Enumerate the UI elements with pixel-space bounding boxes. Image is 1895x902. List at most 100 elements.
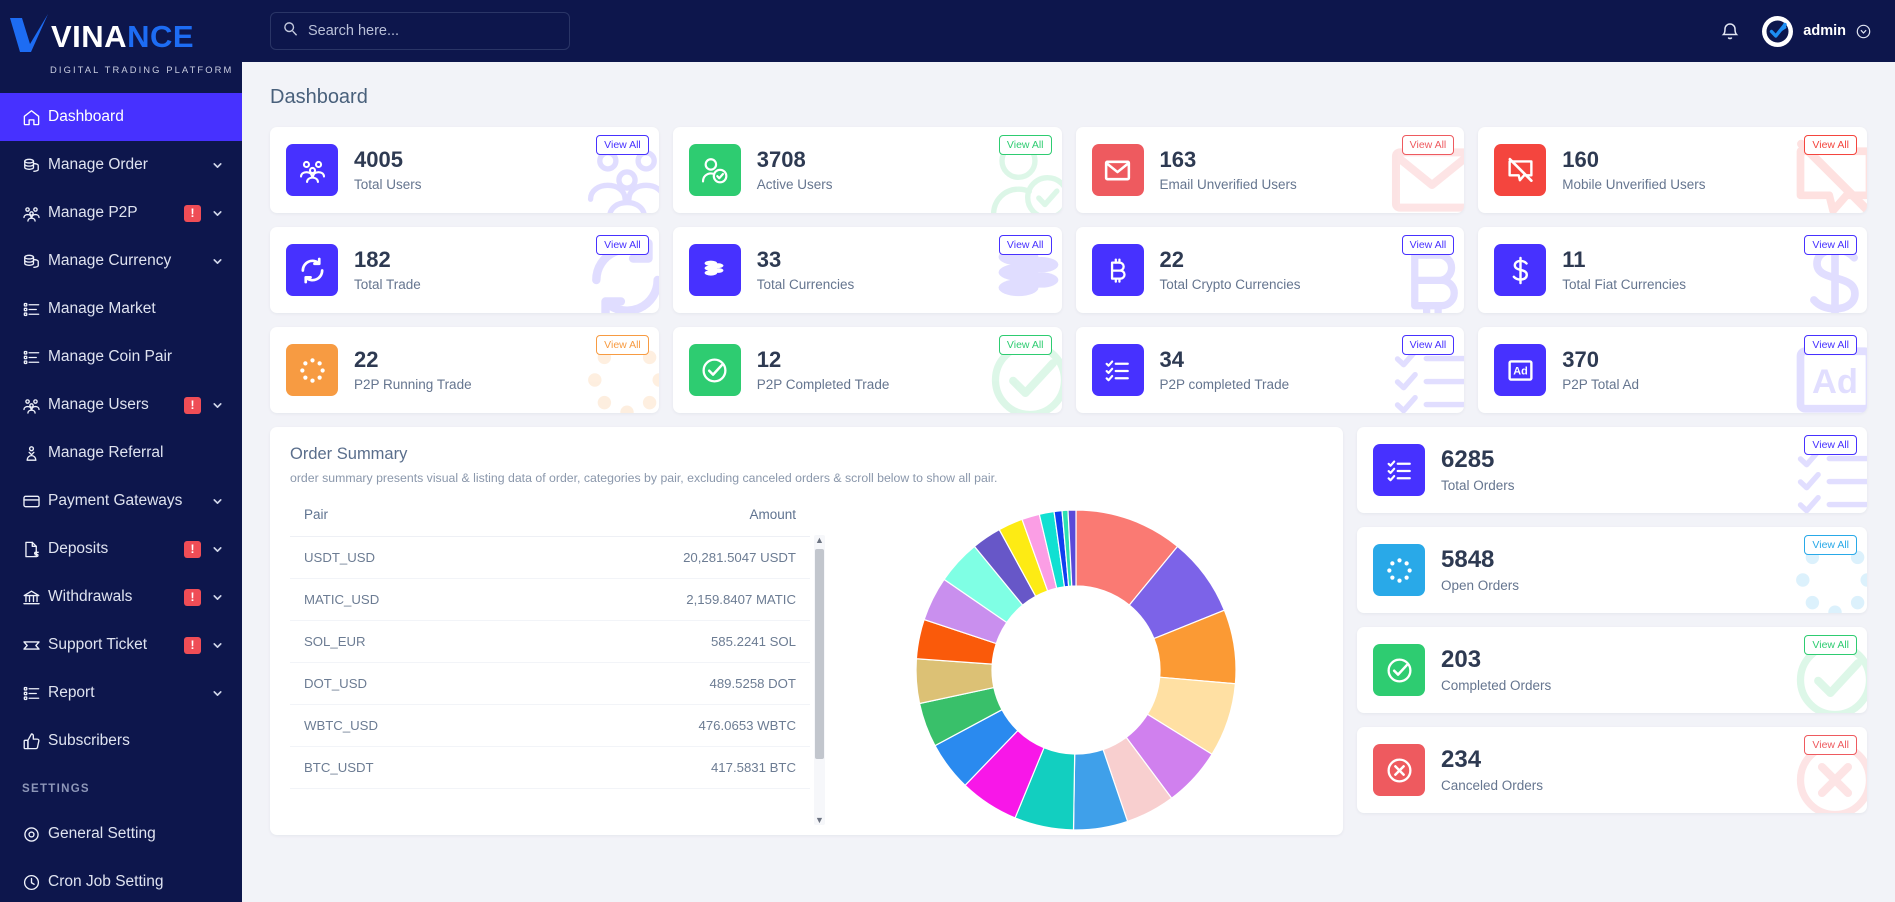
sidebar-item-subscribers[interactable]: Subscribers [0, 717, 242, 765]
sidebar-nav: Dashboard Manage Order Manage P2P ! Mana… [0, 88, 242, 765]
sidebar-item-payment gateways[interactable]: Payment Gateways [0, 477, 242, 525]
stat-card[interactable]: View All 203 Completed Orders [1357, 627, 1867, 713]
brand-name-primary: VINA [51, 18, 128, 54]
sidebar-item-manage coin pair[interactable]: Manage Coin Pair [0, 333, 242, 381]
stat-card[interactable]: View All 12 P2P Completed Trade [672, 327, 1062, 413]
referral-icon [22, 444, 48, 463]
sidebar-item-manage order[interactable]: Manage Order [0, 141, 242, 189]
scrollbar-thumb[interactable] [815, 549, 824, 759]
search-input[interactable]: Search here... [270, 12, 570, 50]
view-all-button[interactable]: View All [596, 135, 649, 156]
chevron-down-icon[interactable] [211, 399, 224, 412]
chevron-down-icon[interactable] [211, 591, 224, 604]
sidebar-item-report[interactable]: Report [0, 669, 242, 717]
scroll-down-icon[interactable]: ▼ [814, 815, 825, 825]
brand-logo[interactable]: VINANCE DIGITAL TRADING PLATFORM [0, 0, 242, 88]
chevron-down-icon[interactable] [211, 207, 224, 220]
stat-value: 234 [1441, 745, 1482, 773]
view-all-button[interactable]: View All [998, 235, 1052, 256]
sidebar-item-withdrawals[interactable]: Withdrawals ! [0, 573, 242, 621]
stat-label: Total Fiat Currencies [1562, 277, 1687, 293]
stat-value: 370 [1562, 346, 1599, 372]
chevron-down-icon[interactable] [211, 639, 224, 652]
sidebar-item-support ticket[interactable]: Support Ticket ! [0, 621, 242, 669]
cell-pair: USDT_USD [290, 536, 505, 579]
stat-card[interactable]: View All 5848 Open Orders [1357, 527, 1867, 613]
stat-value: 160 [1562, 146, 1599, 172]
chevron-down-icon[interactable] [211, 255, 224, 268]
view-all-button[interactable]: View All [1804, 235, 1857, 256]
table-row[interactable]: BTC_USDT 417.5831 BTC [290, 746, 810, 789]
column-header-pair: Pair [290, 499, 505, 537]
sidebar-item-manage market[interactable]: Manage Market [0, 285, 242, 333]
stat-label: P2P Completed Trade [756, 377, 890, 393]
stat-card[interactable]: View All Ad 370 P2P Total Ad Ad [1478, 327, 1867, 413]
user-menu[interactable]: admin [1762, 15, 1871, 47]
stat-value: 22 [1159, 246, 1184, 272]
stat-card[interactable]: View All 182 Total Trade [270, 227, 659, 313]
order-summary-donut-chart[interactable]: USDT_USDMATIC_USDSOL_EURDOT_USDWBTC_USDB… [829, 499, 1323, 835]
order-summary-panel: Order Summary order summary presents vis… [270, 427, 1343, 835]
view-all-button[interactable]: View All [1804, 135, 1857, 156]
stat-card[interactable]: View All 234 Canceled Orders [1357, 727, 1867, 813]
alert-badge: ! [184, 588, 201, 606]
stat-value: 33 [756, 246, 782, 272]
user-check-icon [688, 144, 741, 196]
view-all-button[interactable]: View All [1804, 635, 1857, 656]
sidebar-item-manage p2p[interactable]: Manage P2P ! [0, 189, 242, 237]
chevron-down-icon[interactable] [1856, 24, 1871, 39]
stat-card[interactable]: View All 6285 Total Orders [1357, 427, 1867, 513]
table-row[interactable]: MATIC_USD 2,159.8407 MATIC [290, 578, 810, 621]
chevron-down-icon[interactable] [211, 495, 224, 508]
stat-card[interactable]: View All 34 P2P completed Trade [1075, 327, 1465, 413]
stat-label: Open Orders [1441, 578, 1520, 594]
list-icon [22, 684, 48, 703]
scroll-up-icon[interactable]: ▲ [814, 535, 825, 545]
sidebar-item-deposits[interactable]: Deposits ! [0, 525, 242, 573]
stat-card[interactable]: View All 22 Total Crypto Currencies [1075, 227, 1465, 313]
table-scrollbar[interactable]: ▲ ▼ [814, 535, 825, 825]
view-all-button[interactable]: View All [1804, 735, 1857, 756]
sidebar-item-general setting[interactable]: General Setting [0, 810, 242, 858]
view-all-button[interactable]: View All [1401, 335, 1455, 356]
view-all-button[interactable]: View All [596, 235, 649, 256]
chevron-down-icon[interactable] [211, 543, 224, 556]
view-all-button[interactable]: View All [998, 335, 1052, 356]
view-all-button[interactable]: View All [1401, 135, 1455, 156]
view-all-button[interactable]: View All [1401, 235, 1455, 256]
sidebar-item-manage referral[interactable]: Manage Referral [0, 429, 242, 477]
table-row[interactable]: WBTC_USD 476.0653 WBTC [290, 704, 810, 747]
sidebar-item-manage currency[interactable]: Manage Currency [0, 237, 242, 285]
cell-amount: 2,159.8407 MATIC [504, 578, 810, 621]
stat-card[interactable]: View All 11 Total Fiat Currencies [1478, 227, 1867, 313]
view-all-button[interactable]: View All [1804, 535, 1857, 556]
stat-value: 163 [1159, 146, 1197, 172]
clock-icon [22, 873, 48, 892]
chevron-down-icon[interactable] [211, 159, 224, 172]
stat-card[interactable]: View All 4005 Total Users [270, 127, 659, 213]
stat-card[interactable]: View All 3708 Active Users [672, 127, 1062, 213]
stat-card[interactable]: View All 22 P2P Running Trade [270, 327, 659, 413]
sidebar-item-dashboard[interactable]: Dashboard [0, 93, 242, 141]
sidebar-item-cron job setting[interactable]: Cron Job Setting [0, 858, 242, 902]
table-row[interactable]: USDT_USD 20,281.5047 USDT [290, 536, 810, 579]
order-summary-table: Pair Amount USDT_USD 20,281.5047 USDT MA… [290, 499, 810, 789]
stat-card[interactable]: View All 163 Email Unverified Users [1075, 127, 1465, 213]
stat-value: 203 [1441, 645, 1482, 673]
stat-card[interactable]: View All 33 Total Currencies [672, 227, 1062, 313]
chevron-down-icon[interactable] [211, 687, 224, 700]
side-stat-cards: View All 6285 Total Orders View All 5848… [1357, 427, 1867, 835]
order-summary-title: Order Summary [290, 445, 408, 463]
view-all-button[interactable]: View All [998, 135, 1052, 156]
users-group-icon [22, 396, 48, 415]
table-row[interactable]: SOL_EUR 585.2241 SOL [290, 620, 810, 663]
sidebar-item-manage users[interactable]: Manage Users ! [0, 381, 242, 429]
view-all-button[interactable]: View All [1804, 335, 1857, 356]
stat-value: 12 [756, 346, 782, 372]
bell-icon[interactable] [1720, 20, 1740, 42]
stat-card[interactable]: View All 160 Mobile Unverified Users [1478, 127, 1867, 213]
table-row[interactable]: DOT_USD 489.5258 DOT [290, 662, 810, 705]
view-all-button[interactable]: View All [596, 335, 649, 356]
view-all-button[interactable]: View All [1804, 435, 1857, 456]
column-header-amount: Amount [504, 499, 810, 537]
